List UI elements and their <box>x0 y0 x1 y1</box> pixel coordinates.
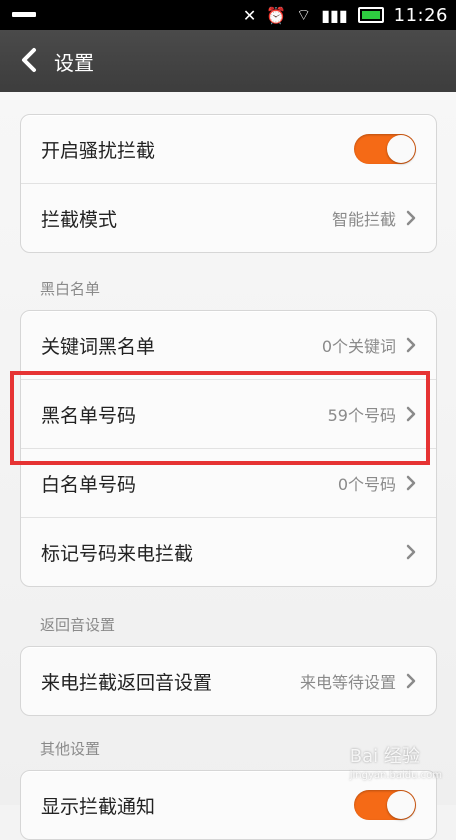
watermark-subtext: jingyan.baidu.com <box>349 770 442 781</box>
watermark-logo: Bai 经验 jingyan.baidu.com <box>350 742 442 781</box>
row-label: 开启骚扰拦截 <box>41 139 156 162</box>
row-intercept-mode[interactable]: 拦截模式 智能拦截 <box>21 184 436 252</box>
card-return-tone: 来电拦截返回音设置 来电等待设置 <box>20 646 437 716</box>
row-label: 关键词黑名单 <box>41 335 156 358</box>
toggle-knob <box>387 791 415 819</box>
chevron-right-icon <box>406 475 416 491</box>
toggle-knob <box>387 135 415 163</box>
chevron-right-icon <box>406 210 416 226</box>
page-title: 设置 <box>54 51 94 75</box>
section-title-return-tone: 返回音设置 <box>40 616 116 634</box>
row-label: 白名单号码 <box>41 473 137 496</box>
chevron-right-icon <box>406 673 416 689</box>
back-button[interactable] <box>18 47 42 73</box>
row-value: 来电等待设置 <box>299 673 396 692</box>
chevron-left-icon <box>22 48 36 72</box>
row-keyword-blacklist[interactable]: 关键词黑名单 0个关键词 <box>21 311 436 380</box>
section-title-blackwhite: 黑白名单 <box>40 280 101 298</box>
highlight-box <box>10 371 430 465</box>
notification-toggle[interactable] <box>354 790 416 820</box>
signal-icon: ▮▮▮ <box>321 5 348 25</box>
chevron-right-icon <box>406 337 416 353</box>
row-label: 显示拦截通知 <box>41 795 156 818</box>
battery-icon <box>357 7 384 23</box>
settings-content: 开启骚扰拦截 拦截模式 智能拦截 黑白名单 关键词黑名单 0个关键词 黑名单号码… <box>0 92 456 840</box>
status-bar: ✕ ⏰ ⌔ ▮▮▮ 11:26 <box>0 0 456 30</box>
row-value: 智能拦截 <box>331 210 396 229</box>
row-enable-harass-intercept[interactable]: 开启骚扰拦截 <box>21 115 436 184</box>
notification-icon <box>12 12 36 17</box>
intercept-toggle[interactable] <box>354 134 416 164</box>
section-title-other: 其他设置 <box>40 740 101 758</box>
wifi-icon: ⌔ <box>296 5 312 24</box>
mute-icon: ✕ <box>242 5 257 25</box>
row-show-intercept-notification[interactable]: 显示拦截通知 <box>21 771 436 839</box>
card-interception: 开启骚扰拦截 拦截模式 智能拦截 <box>20 114 437 253</box>
row-marked-number-intercept[interactable]: 标记号码来电拦截 <box>21 518 436 586</box>
status-icons: ✕ ⏰ ⌔ ▮▮▮ 11:26 <box>243 3 448 27</box>
row-label: 标记号码来电拦截 <box>41 542 194 565</box>
watermark-text: Bai 经验 <box>349 746 420 767</box>
row-return-tone-setting[interactable]: 来电拦截返回音设置 来电等待设置 <box>21 647 436 715</box>
row-value: 0个关键词 <box>321 337 396 356</box>
row-label: 来电拦截返回音设置 <box>41 671 213 694</box>
app-header: 设置 <box>0 30 456 93</box>
row-value: 0个号码 <box>337 475 396 494</box>
chevron-right-icon <box>406 544 416 560</box>
status-time: 11:26 <box>393 4 448 26</box>
row-label: 拦截模式 <box>41 208 118 231</box>
alarm-icon: ⏰ <box>266 5 287 25</box>
